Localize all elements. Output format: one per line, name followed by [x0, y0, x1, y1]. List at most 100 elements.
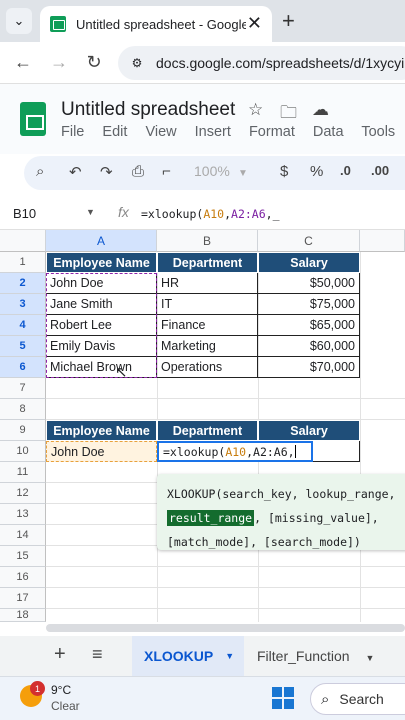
popup-line3: [match_mode], [search_mode]): [167, 535, 361, 549]
percent-format-button[interactable]: %: [310, 163, 323, 180]
menu-bar: File Edit View Insert Format Data Tools …: [61, 124, 405, 140]
row-header-18[interactable]: 18: [0, 609, 46, 622]
close-tab-icon[interactable]: ✕: [247, 14, 262, 32]
menu-edit[interactable]: Edit: [102, 124, 127, 140]
mouse-cursor-icon: ↖: [115, 364, 128, 381]
table-cell[interactable]: $60,000: [258, 336, 360, 357]
active-cell-editor[interactable]: =xlookup(A10 ,A2:A6,: [157, 441, 313, 462]
decrease-decimal-button[interactable]: .0: [340, 163, 351, 178]
row-header-11[interactable]: 11: [0, 462, 46, 483]
print-icon[interactable]: ⎙: [132, 163, 144, 180]
taskbar-search[interactable]: ⌕ Search: [310, 683, 405, 715]
spreadsheet-grid[interactable]: A B C 1 2 3 4 5 6 7 8 9 10 11 12 13 14 1…: [0, 230, 405, 622]
lookup-header-cell[interactable]: Department: [157, 420, 258, 441]
menu-tools[interactable]: Tools: [361, 124, 395, 140]
name-box-dropdown-icon[interactable]: ▼: [86, 207, 95, 217]
horizontal-scrollbar[interactable]: [46, 624, 405, 632]
star-icon[interactable]: ☆: [248, 100, 263, 120]
row-header-12[interactable]: 12: [0, 483, 46, 504]
row-header-17[interactable]: 17: [0, 588, 46, 609]
table-cell[interactable]: Marketing: [157, 336, 258, 357]
sheet-tab-dropdown-icon[interactable]: ▼: [225, 651, 234, 661]
doc-title[interactable]: Untitled spreadsheet: [61, 99, 235, 121]
popup-line1: XLOOKUP(search_key, lookup_range,: [167, 487, 396, 501]
row-header-5[interactable]: 5: [0, 336, 46, 357]
address-bar-row: ← → ↻ ⚙ docs.google.com/spreadsheets/d/1…: [0, 42, 405, 84]
weather-temperature: 9°C: [51, 683, 72, 697]
table-cell[interactable]: [313, 441, 360, 462]
zoom-select[interactable]: 100%: [194, 163, 230, 179]
row-header-1[interactable]: 1: [0, 252, 46, 273]
menu-view[interactable]: View: [145, 124, 176, 140]
currency-format-button[interactable]: $: [280, 163, 288, 180]
back-icon[interactable]: ←: [12, 52, 34, 73]
sheet-tab-filter-function[interactable]: Filter_Function ▼: [257, 648, 374, 664]
column-header-b[interactable]: B: [157, 230, 258, 252]
new-tab-icon[interactable]: +: [282, 8, 295, 34]
table-cell[interactable]: Operations: [157, 357, 258, 378]
redo-icon[interactable]: ↷: [100, 163, 113, 181]
table-cell[interactable]: $70,000: [258, 357, 360, 378]
all-sheets-icon[interactable]: ≡: [92, 644, 103, 665]
row-header-10[interactable]: 10: [0, 441, 46, 462]
table-cell[interactable]: HR: [157, 273, 258, 294]
row-header-9[interactable]: 9: [0, 420, 46, 441]
site-info-icon[interactable]: ⚙: [128, 54, 146, 72]
table-cell[interactable]: Finance: [157, 315, 258, 336]
undo-icon[interactable]: ↶: [69, 163, 82, 181]
table-cell[interactable]: $65,000: [258, 315, 360, 336]
lookup-header-cell[interactable]: Employee Name: [46, 420, 157, 441]
lookup-value-cell[interactable]: John Doe: [46, 441, 157, 462]
lookup-header-cell[interactable]: Salary: [258, 420, 360, 441]
sheets-logo-icon[interactable]: [20, 102, 46, 136]
paint-format-icon[interactable]: ⌐: [162, 163, 171, 180]
sheet-tab-bar: + ≡ XLOOKUP ▼ Filter_Function ▼: [0, 636, 405, 676]
search-menus-icon[interactable]: ⌕: [36, 163, 44, 180]
menu-data[interactable]: Data: [313, 124, 344, 140]
tab-search-chevron-icon[interactable]: ⌄: [6, 8, 32, 34]
select-all-corner[interactable]: [0, 230, 46, 252]
row-header-14[interactable]: 14: [0, 525, 46, 546]
name-box[interactable]: B10: [13, 206, 36, 221]
table-header-cell[interactable]: Employee Name: [46, 252, 157, 273]
fx-icon: fx: [118, 204, 129, 220]
menu-format[interactable]: Format: [249, 124, 295, 140]
row-header-3[interactable]: 3: [0, 294, 46, 315]
url-text: docs.google.com/spreadsheets/d/1xycyi: [156, 55, 405, 71]
browser-tab[interactable]: Untitled spreadsheet - Google Sheets ✕: [40, 6, 272, 42]
edit-prefix: =xlookup(: [163, 444, 226, 459]
current-argument: result_range: [167, 510, 255, 526]
column-header-c[interactable]: C: [258, 230, 360, 252]
row-header-13[interactable]: 13: [0, 504, 46, 525]
column-header-a[interactable]: A: [46, 230, 157, 252]
table-header-cell[interactable]: Department: [157, 252, 258, 273]
table-cell[interactable]: $75,000: [258, 294, 360, 315]
sheet-tab-xlookup[interactable]: XLOOKUP ▼: [132, 636, 244, 676]
table-cell[interactable]: IT: [157, 294, 258, 315]
row-header-7[interactable]: 7: [0, 378, 46, 399]
row-header-6[interactable]: 6: [0, 357, 46, 378]
menu-insert[interactable]: Insert: [195, 124, 231, 140]
cloud-status-icon[interactable]: ☁: [312, 100, 329, 120]
row-header-8[interactable]: 8: [0, 399, 46, 420]
zoom-dropdown-icon[interactable]: ▼: [238, 168, 248, 179]
increase-decimal-button[interactable]: .00: [371, 163, 389, 178]
windows-start-icon[interactable]: [272, 687, 294, 709]
reload-icon[interactable]: ↻: [83, 52, 105, 73]
table-header-cell[interactable]: Salary: [258, 252, 360, 273]
forward-icon[interactable]: →: [48, 52, 70, 73]
sheet-tab-dropdown-icon[interactable]: ▼: [365, 653, 374, 663]
menu-file[interactable]: File: [61, 124, 84, 140]
row-header-16[interactable]: 16: [0, 567, 46, 588]
formula-ref1: A10: [203, 207, 225, 221]
formula-tail: ,_: [265, 207, 280, 221]
text-caret: [294, 445, 296, 458]
add-sheet-icon[interactable]: +: [54, 643, 66, 666]
table-cell[interactable]: $50,000: [258, 273, 360, 294]
row-header-2[interactable]: 2: [0, 273, 46, 294]
column-header-d[interactable]: [360, 230, 405, 252]
row-header-4[interactable]: 4: [0, 315, 46, 336]
url-field[interactable]: ⚙ docs.google.com/spreadsheets/d/1xycyi: [118, 46, 405, 80]
formula-input[interactable]: =xlookup(A10,A2:A6,_: [141, 207, 280, 221]
row-header-15[interactable]: 15: [0, 546, 46, 567]
